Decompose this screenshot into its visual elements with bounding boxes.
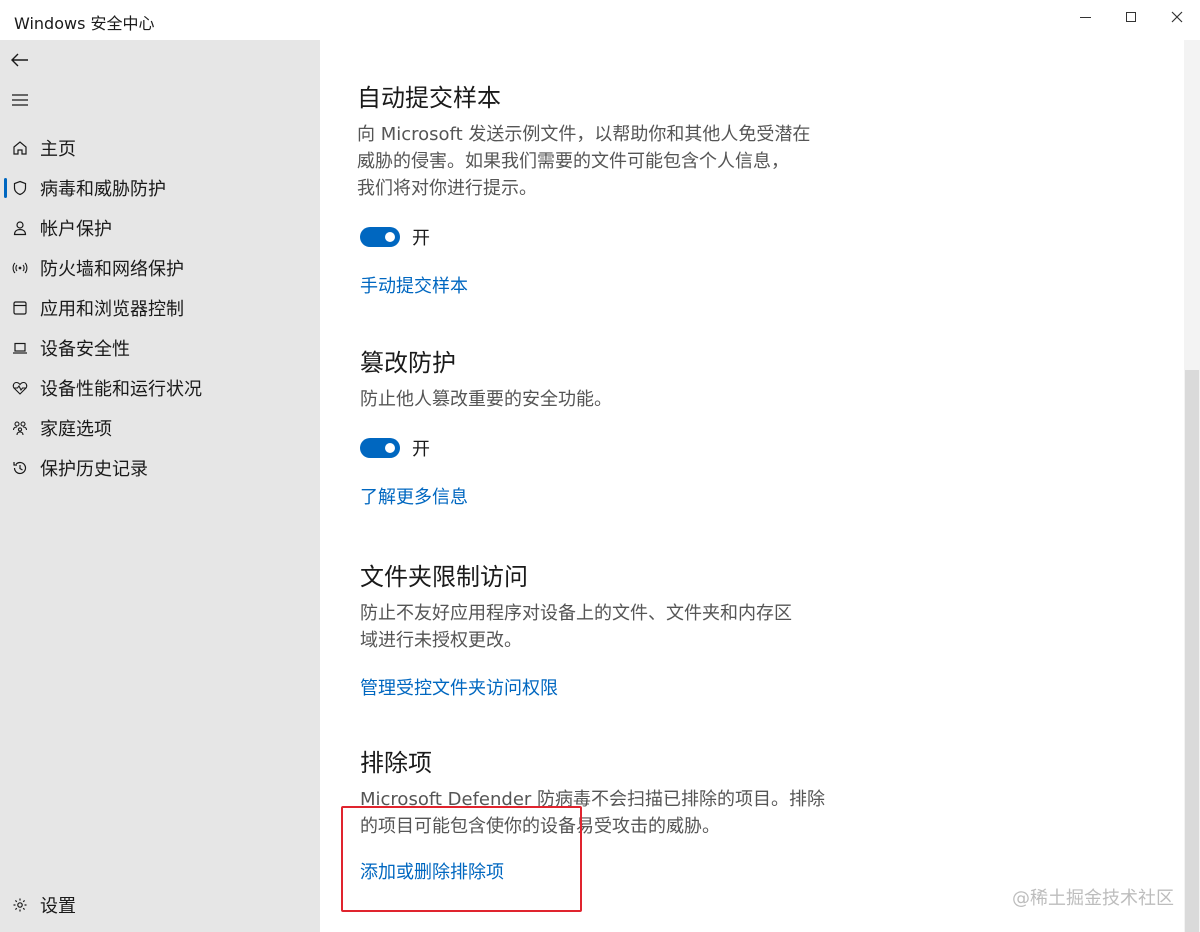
toggle-state-label: 开 — [412, 439, 430, 460]
section-title: 自动提交样本 — [357, 84, 501, 112]
section-description: 防止不友好应用程序对设备上的文件、文件夹和内存区 域进行未授权更改。 — [360, 600, 860, 654]
maximize-button[interactable] — [1108, 0, 1154, 34]
sidebar-item-account-protection[interactable]: 帐户保护 — [0, 208, 320, 248]
gear-icon — [12, 897, 28, 913]
sidebar-item-virus-protection[interactable]: 病毒和威胁防护 — [0, 168, 320, 208]
wifi-signal-icon — [12, 260, 28, 276]
section-title: 排除项 — [360, 749, 432, 777]
heart-pulse-icon — [12, 380, 28, 396]
title-bar: Windows 安全中心 — [0, 0, 1200, 40]
hamburger-icon — [12, 94, 28, 106]
section-title: 文件夹限制访问 — [360, 563, 528, 591]
menu-button[interactable] — [8, 88, 32, 112]
history-icon — [12, 460, 28, 476]
desc-line: 域进行未授权更改。 — [360, 630, 522, 651]
auto-submit-toggle[interactable] — [360, 227, 400, 247]
sidebar-item-label: 家庭选项 — [40, 419, 112, 440]
sidebar-item-settings[interactable]: 设置 — [0, 885, 320, 925]
section-description: 防止他人篡改重要的安全功能。 — [360, 386, 860, 413]
tamper-toggle-row: 开 — [360, 435, 860, 461]
close-button[interactable] — [1154, 0, 1200, 34]
back-button[interactable] — [8, 48, 32, 72]
person-icon — [12, 220, 28, 236]
sidebar-item-firewall[interactable]: 防火墙和网络保护 — [0, 248, 320, 288]
auto-submit-section: 自动提交样本 向 Microsoft 发送示例文件，以帮助你和其他人免受潜在 威… — [357, 78, 857, 298]
desc-line: 向 Microsoft 发送示例文件，以帮助你和其他人免受潜在 — [357, 124, 811, 145]
sidebar-item-label: 设备安全性 — [40, 339, 130, 360]
sidebar-item-label: 设备性能和运行状况 — [40, 379, 202, 400]
back-arrow-icon — [11, 53, 28, 67]
sidebar-item-device-security[interactable]: 设备安全性 — [0, 328, 320, 368]
section-description: 向 Microsoft 发送示例文件，以帮助你和其他人免受潜在 威胁的侵害。如果… — [357, 121, 857, 202]
close-icon — [1171, 11, 1183, 23]
app-window-icon — [12, 300, 28, 316]
window-title: Windows 安全中心 — [14, 14, 155, 33]
watermark: @稀土掘金技术社区 — [1012, 888, 1174, 909]
highlight-box — [341, 806, 582, 912]
sidebar-item-label: 主页 — [40, 139, 76, 160]
home-icon — [12, 140, 28, 156]
laptop-icon — [12, 340, 28, 356]
main-content: 自动提交样本 向 Microsoft 发送示例文件，以帮助你和其他人免受潜在 威… — [320, 40, 1184, 932]
tamper-protection-section: 篡改防护 防止他人篡改重要的安全功能。 开 了解更多信息 — [360, 343, 860, 509]
sidebar-item-home[interactable]: 主页 — [0, 128, 320, 168]
controlled-folder-access-section: 文件夹限制访问 防止不友好应用程序对设备上的文件、文件夹和内存区 域进行未授权更… — [360, 557, 860, 700]
sidebar-item-family[interactable]: 家庭选项 — [0, 408, 320, 448]
sidebar-item-label: 病毒和威胁防护 — [40, 179, 166, 200]
toggle-knob — [385, 232, 395, 242]
scrollbar-thumb[interactable] — [1185, 370, 1199, 932]
desc-line: 威胁的侵害。如果我们需要的文件可能包含个人信息， — [357, 151, 789, 172]
sidebar: 主页 病毒和威胁防护 帐户保护 防火墙和网络保护 应用和浏览器控制 设备安全性 … — [0, 40, 320, 932]
learn-more-link[interactable]: 了解更多信息 — [360, 483, 860, 509]
toggle-state-label: 开 — [412, 228, 430, 249]
family-icon — [12, 420, 28, 436]
sidebar-item-label: 帐户保护 — [40, 219, 112, 240]
auto-submit-toggle-row: 开 — [360, 224, 857, 250]
manual-submit-link[interactable]: 手动提交样本 — [360, 272, 857, 298]
sidebar-item-label: 应用和浏览器控制 — [40, 299, 184, 320]
desc-line: 防止他人篡改重要的安全功能。 — [360, 389, 612, 410]
minimize-icon — [1079, 16, 1091, 18]
sidebar-item-label: 防火墙和网络保护 — [40, 259, 184, 280]
toggle-knob — [385, 443, 395, 453]
desc-line: 我们将对你进行提示。 — [357, 178, 537, 199]
sidebar-item-protection-history[interactable]: 保护历史记录 — [0, 448, 320, 488]
section-title: 篡改防护 — [360, 349, 456, 377]
nav-list: 主页 病毒和威胁防护 帐户保护 防火墙和网络保护 应用和浏览器控制 设备安全性 … — [0, 128, 320, 488]
sidebar-item-app-browser[interactable]: 应用和浏览器控制 — [0, 288, 320, 328]
maximize-icon — [1126, 12, 1136, 22]
sidebar-item-device-performance[interactable]: 设备性能和运行状况 — [0, 368, 320, 408]
manage-folder-access-link[interactable]: 管理受控文件夹访问权限 — [360, 674, 860, 700]
sidebar-item-label: 设置 — [40, 896, 76, 917]
desc-line: 防止不友好应用程序对设备上的文件、文件夹和内存区 — [360, 603, 792, 624]
shield-icon — [12, 180, 28, 196]
minimize-button[interactable] — [1062, 0, 1108, 34]
tamper-toggle[interactable] — [360, 438, 400, 458]
sidebar-item-label: 保护历史记录 — [40, 459, 148, 480]
